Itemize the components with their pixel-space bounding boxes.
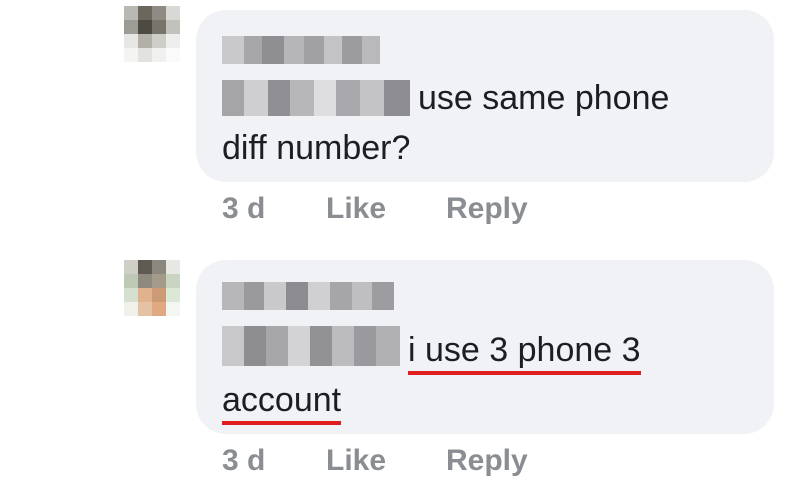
comment-1: use same phone diff number? 3 d Like Rep… — [0, 0, 800, 240]
highlighted-text: i use 3 phone 3 — [408, 331, 641, 375]
comment-2: i use 3 phone 3 account 3 d Like Reply — [0, 250, 800, 494]
comment-text-line-1: i use 3 phone 3 — [408, 326, 641, 375]
mention-blurred[interactable] — [222, 80, 410, 116]
timestamp[interactable]: 3 d — [222, 192, 265, 226]
author-name[interactable] — [222, 36, 380, 64]
timestamp[interactable]: 3 d — [222, 444, 265, 478]
reply-button[interactable]: Reply — [446, 192, 528, 226]
author-name[interactable] — [222, 282, 394, 310]
comment-text-line-2: diff number? — [222, 129, 411, 167]
comment-bubble: use same phone diff number? — [196, 10, 774, 182]
avatar[interactable] — [124, 6, 180, 62]
avatar[interactable] — [124, 260, 180, 316]
mention-blurred[interactable] — [222, 326, 400, 366]
reply-button[interactable]: Reply — [446, 444, 528, 478]
like-button[interactable]: Like — [326, 444, 386, 478]
comment-text-line-1: use same phone — [418, 79, 670, 117]
comment-bubble: i use 3 phone 3 account — [196, 260, 774, 434]
like-button[interactable]: Like — [326, 192, 386, 226]
highlighted-text: account — [222, 381, 342, 425]
comment-text-line-2: account — [222, 376, 342, 425]
